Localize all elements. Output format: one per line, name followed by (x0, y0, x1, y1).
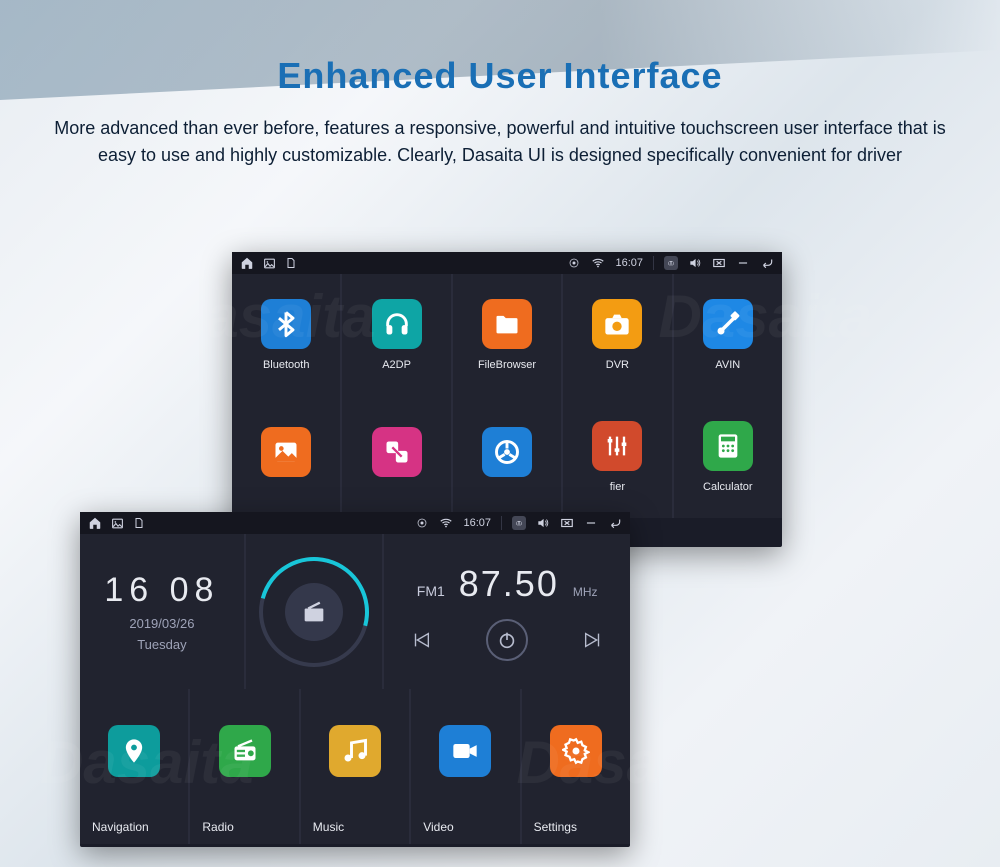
gps-icon (415, 516, 429, 530)
clock-time: 16 08 (104, 571, 219, 610)
wheel-icon (482, 427, 532, 477)
radio-icon (285, 583, 343, 641)
radio-icon (219, 725, 271, 777)
next-button[interactable] (578, 625, 608, 655)
app-tile-wheel[interactable] (453, 396, 561, 518)
home-icon[interactable] (240, 256, 254, 270)
status-time: 16:07 (615, 257, 643, 269)
headphones-icon (372, 299, 422, 349)
close-screen-icon[interactable] (560, 516, 574, 530)
app-label: Video (423, 820, 453, 834)
back-icon[interactable] (760, 256, 774, 270)
home-icon[interactable] (88, 516, 102, 530)
minimize-icon[interactable] (584, 516, 598, 530)
gallery-status-icon[interactable] (262, 256, 276, 270)
app-tile-settings[interactable]: Settings (522, 689, 630, 844)
app-label: fier (610, 481, 625, 493)
volume-icon[interactable] (536, 516, 550, 530)
gps-icon (567, 256, 581, 270)
clock-widget[interactable]: 16 08 2019/03/26 Tuesday (80, 534, 244, 689)
app-label: Music (313, 820, 344, 834)
device-home-screen: 16:07 16 08 2019/03/26 Tuesday (80, 512, 630, 847)
app-tile-avin[interactable]: AVIN (674, 274, 782, 396)
sliders-icon (592, 421, 642, 471)
resize-icon (372, 427, 422, 477)
radio-frequency: 87.50 (459, 563, 559, 605)
wifi-icon (591, 256, 605, 270)
minimize-icon[interactable] (736, 256, 750, 270)
file-status-icon[interactable] (132, 516, 146, 530)
app-label: A2DP (382, 359, 411, 371)
status-time: 16:07 (463, 517, 491, 529)
app-label: FileBrowser (478, 359, 536, 371)
cable-icon (703, 299, 753, 349)
close-screen-icon[interactable] (712, 256, 726, 270)
app-label: DVR (606, 359, 629, 371)
gear-icon (550, 725, 602, 777)
power-button[interactable] (486, 619, 528, 661)
gallery-status-icon[interactable] (110, 516, 124, 530)
bluetooth-icon (261, 299, 311, 349)
back-icon[interactable] (608, 516, 622, 530)
folder-icon (482, 299, 532, 349)
status-bar: 16:07 (80, 512, 630, 534)
radio-info: FM1 87.50 MHz (384, 534, 630, 689)
screenshot-icon[interactable] (664, 256, 678, 270)
wifi-icon (439, 516, 453, 530)
clock-day: Tuesday (137, 637, 186, 652)
clock-date: 2019/03/26 (129, 616, 194, 631)
radio-unit: MHz (573, 585, 598, 599)
app-tile-filebrowser[interactable]: FileBrowser (453, 274, 561, 396)
app-tile-dvr[interactable]: DVR (563, 274, 671, 396)
radio-band: FM1 (417, 583, 445, 599)
app-label: AVIN (715, 359, 740, 371)
page-description: More advanced than ever before, features… (40, 115, 960, 169)
camera-icon (592, 299, 642, 349)
volume-icon[interactable] (688, 256, 702, 270)
app-tile-fier[interactable]: fier (563, 396, 671, 518)
status-bar: 16:07 (232, 252, 782, 274)
app-label: Bluetooth (263, 359, 309, 371)
calc-icon (703, 421, 753, 471)
app-tile-video[interactable]: Video (411, 689, 519, 844)
app-tile-gallery[interactable] (232, 396, 340, 518)
gallery-icon (261, 427, 311, 477)
app-label: Navigation (92, 820, 149, 834)
app-tile-resize[interactable] (342, 396, 450, 518)
app-label: Radio (202, 820, 233, 834)
radio-dial[interactable] (246, 534, 383, 689)
app-tile-calculator[interactable]: Calculator (674, 396, 782, 518)
music-icon (329, 725, 381, 777)
app-label: Calculator (703, 481, 753, 493)
app-label: Settings (534, 820, 577, 834)
video-icon (439, 725, 491, 777)
page-title: Enhanced User Interface (277, 55, 722, 97)
app-tile-radio[interactable]: Radio (190, 689, 298, 844)
pin-icon (108, 725, 160, 777)
screenshot-icon[interactable] (512, 516, 526, 530)
prev-button[interactable] (406, 625, 436, 655)
app-tile-bluetooth[interactable]: Bluetooth (232, 274, 340, 396)
app-tile-a2dp[interactable]: A2DP (342, 274, 450, 396)
file-status-icon[interactable] (284, 256, 298, 270)
app-tile-music[interactable]: Music (301, 689, 409, 844)
device-apps-screen: 16:07 Bluetooth A2DP FileBrowser DVR AVI… (232, 252, 782, 547)
app-tile-navigation[interactable]: Navigation (80, 689, 188, 844)
